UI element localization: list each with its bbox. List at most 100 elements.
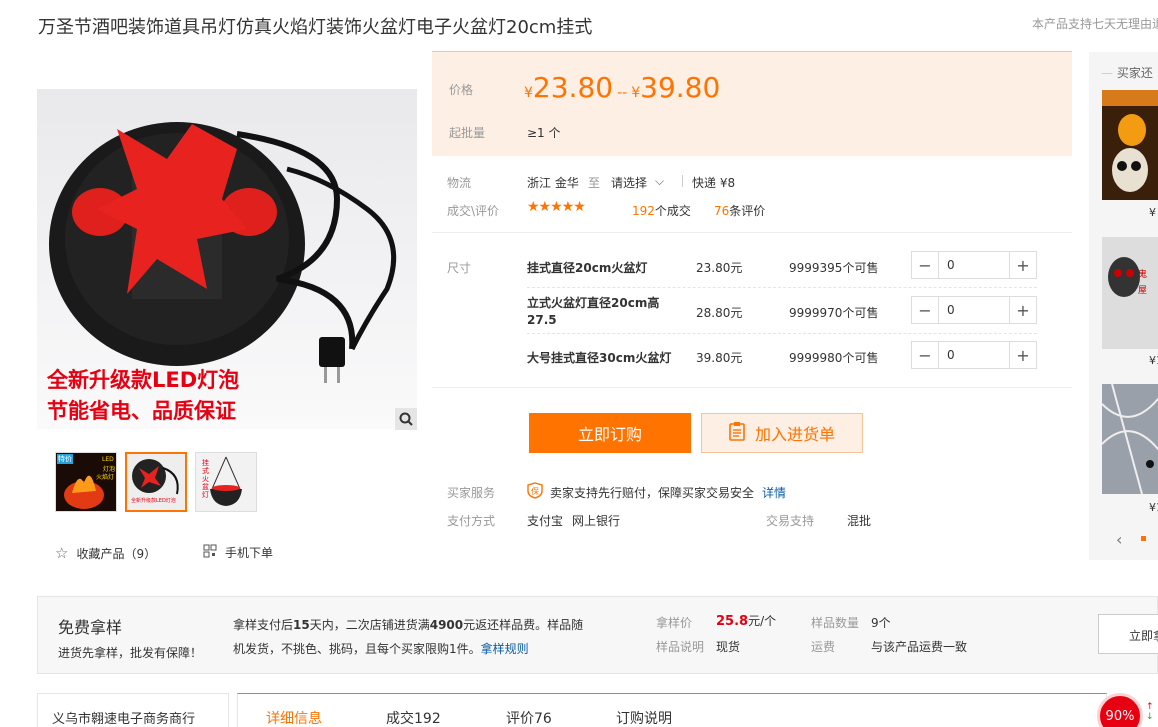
price-separator: -- (617, 85, 628, 101)
quantity-input[interactable]: 0 (938, 342, 1010, 368)
price-high: 39.80 (640, 71, 721, 104)
sample-rule-link[interactable]: 拿样规则 (481, 642, 529, 656)
currency-symbol: ¥ (524, 85, 533, 101)
svg-text:屋: 屋 (1138, 285, 1147, 296)
destination-select-label: 请选择 (611, 176, 648, 190)
thumbnail-1-tag: 特价 (57, 454, 73, 464)
thumbnail-3-text: 挂式火盆灯 (202, 459, 209, 499)
sample-price-label: 拿样价 (656, 616, 693, 630)
favorite-label: 收藏产品（9） (76, 546, 157, 561)
mobile-order-button[interactable]: 手机下单 (203, 544, 273, 561)
svg-text:保: 保 (531, 486, 539, 496)
free-sample-bar: 免费拿样 进货先拿样，批发有保障！ 拿样支付后15天内，二次店铺进货满4900元… (37, 596, 1158, 674)
quantity-stepper[interactable]: − 0 + (911, 296, 1037, 324)
sold-count-link[interactable]: 192个成交 (632, 202, 691, 219)
quantity-stepper[interactable]: − 0 + (911, 251, 1037, 279)
recommend-item-3[interactable] (1102, 384, 1158, 494)
sku-name: 立式火盆灯直径20cm高27.5 (527, 296, 660, 327)
sample-ship-label: 运费 (811, 640, 836, 654)
minus-button[interactable]: − (912, 252, 938, 278)
tab-deals[interactable]: 成交192 (386, 708, 441, 727)
buy-now-button[interactable]: 立即订购 (529, 413, 691, 453)
chevron-left-icon[interactable]: ‹ (1116, 530, 1122, 549)
tab-reviews[interactable]: 评价76 (506, 708, 552, 727)
thumbnail-1[interactable]: 特价 LED 灯泡 火焰灯 (55, 452, 117, 512)
quantity-input[interactable]: 0 (938, 297, 1010, 323)
shop-name[interactable]: 义乌市翱速电子商务商行 (52, 708, 195, 727)
recommend-item-3-image (1102, 384, 1158, 494)
thumbnail-1-text-a: LED (102, 456, 114, 463)
add-to-cart-button[interactable]: 加入进货单 (701, 413, 863, 453)
free-sample-description: 拿样支付后15天内，二次店铺进货满4900元返还样品费。样品随机发货，不挑色、挑… (233, 613, 593, 661)
sample-price-unit: 元/个 (748, 614, 777, 628)
recommend-item-2-image: 鬼屋 (1102, 237, 1158, 349)
chevron-down-icon: ⌵ (655, 174, 665, 188)
destination-select[interactable]: 请选择 ⌵ (611, 174, 664, 191)
sold-count: 192 (632, 204, 655, 218)
tab-order-notes[interactable]: 订购说明 (616, 708, 672, 727)
sku-price: 28.80元 (696, 306, 743, 320)
free-sample-title: 免费拿样 (58, 618, 123, 637)
rating-stars: ★★★★★ (527, 199, 586, 215)
min-order-label: 起批量 (449, 126, 486, 140)
logistics-divider (682, 175, 683, 187)
tab-details[interactable]: 详细信息 (266, 708, 322, 727)
promo-text-line2: 节能省电、品质保证 (47, 399, 236, 423)
logistics-label: 物流 (447, 176, 472, 190)
sample-price: 25.8元/个 (716, 612, 776, 629)
add-to-cart-label: 加入进货单 (754, 425, 835, 444)
quantity-stepper[interactable]: − 0 + (911, 341, 1037, 369)
recommend-heading: — 买家还 (1101, 66, 1153, 80)
plus-button[interactable]: + (1010, 342, 1036, 368)
sku-stock: 9999970个可售 (789, 306, 879, 320)
thumbnail-2[interactable]: 全新升级款LED灯泡 (125, 452, 187, 512)
sold-suffix: 个成交 (654, 204, 691, 218)
quantity-input[interactable]: 0 (938, 252, 1010, 278)
mobile-order-label: 手机下单 (225, 546, 274, 560)
desc-days: 15 (293, 618, 310, 632)
carousel-dot-active[interactable] (1141, 536, 1146, 541)
min-order-value: ≥1 个 (527, 126, 561, 140)
payment-bank: 网上银行 (572, 514, 621, 528)
review-count-link[interactable]: 76条评价 (714, 202, 765, 219)
get-sample-button[interactable]: 立即拿 (1098, 614, 1158, 654)
plus-button[interactable]: + (1010, 297, 1036, 323)
main-product-image[interactable]: 全新升级款LED灯泡 节能省电、品质保证 (37, 89, 417, 429)
section-divider (432, 232, 1072, 233)
price-label: 价格 (449, 83, 474, 97)
minus-button[interactable]: − (912, 342, 938, 368)
star-outline-icon: ☆ (55, 544, 69, 562)
shop-box: 义乌市翱速电子商务商行 (37, 693, 229, 727)
minus-button[interactable]: − (912, 297, 938, 323)
size-label: 尺寸 (447, 261, 472, 275)
desc-a: 拿样支付后 (233, 618, 294, 632)
price-low: 23.80 (532, 71, 614, 104)
zoom-icon[interactable] (395, 408, 417, 430)
deals-label: 成交\评价 (447, 204, 500, 218)
arrow-updown-icon: ↑ ↓ (1146, 702, 1154, 722)
buyer-service-text: 卖家支持先行赔付，保障买家交易安全 (550, 486, 755, 500)
review-suffix: 条评价 (729, 204, 766, 218)
sample-note-label: 样品说明 (656, 640, 705, 654)
recommend-heading-text: 买家还 (1116, 66, 1153, 80)
svg-text:鬼: 鬼 (1138, 268, 1147, 280)
recommend-price-1: ¥ (1149, 206, 1156, 219)
recommend-item-2[interactable]: 鬼屋 (1102, 237, 1158, 349)
favorite-button[interactable]: ☆ 收藏产品（9） (55, 544, 156, 562)
sku-price: 23.80元 (696, 261, 743, 275)
guarantee-shield-icon: 保 (527, 482, 543, 502)
payment-alipay: 支付宝 (527, 514, 564, 528)
sku-name: 挂式直径20cm火盆灯 (527, 261, 648, 275)
trade-support-value: 混批 (847, 514, 872, 528)
recommend-item-1[interactable] (1102, 90, 1158, 200)
logistics-origin: 浙江 金华 (527, 176, 579, 190)
promo-text-line1: 全新升级款LED灯泡 (47, 368, 240, 392)
service-details-link[interactable]: 详情 (762, 484, 786, 501)
section-divider (432, 387, 1072, 388)
plus-button[interactable]: + (1010, 252, 1036, 278)
sample-qty-label: 样品数量 (811, 616, 860, 630)
recommend-sidebar: — 买家还 ¥ 鬼屋 ¥1 ¥1 ‹ (1089, 52, 1158, 560)
thumbnail-3[interactable]: 挂式火盆灯 (195, 452, 257, 512)
return-policy-note: 本产品支持七天无理由退 (1032, 17, 1158, 31)
score-badge[interactable]: 90% (1097, 693, 1143, 727)
